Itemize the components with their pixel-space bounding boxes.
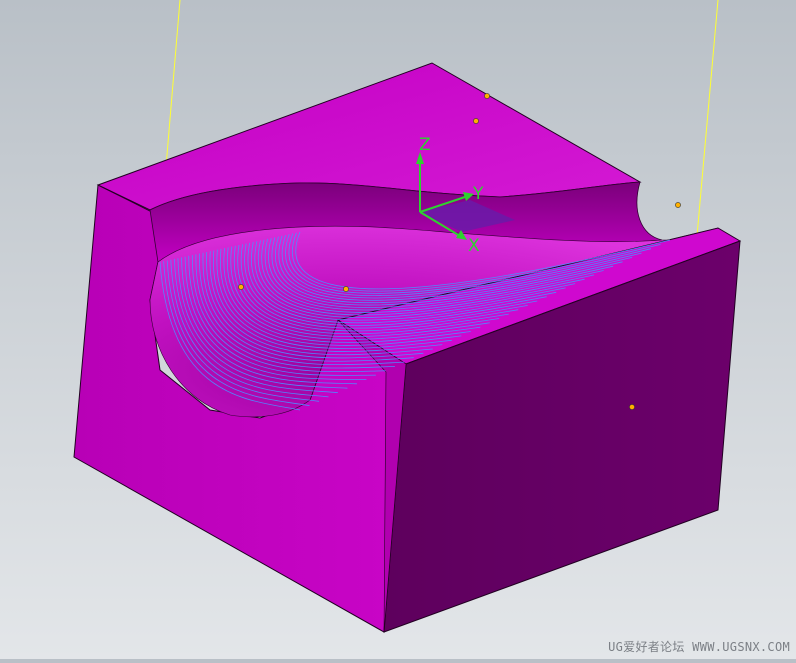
block-part[interactable]	[73, 62, 742, 633]
watermark: UG爱好者论坛 WWW.UGSNX.COM	[608, 640, 790, 654]
graphics-viewport[interactable]: Z Y X	[0, 0, 796, 659]
face-point	[629, 404, 635, 410]
y-axis-label: Y	[472, 184, 484, 204]
x-axis-label: X	[468, 236, 480, 256]
face-point	[473, 118, 479, 124]
face-point	[343, 286, 349, 292]
face-point	[484, 93, 490, 99]
face-point	[238, 284, 244, 290]
face-point	[675, 202, 681, 208]
z-axis-label: Z	[419, 135, 431, 155]
